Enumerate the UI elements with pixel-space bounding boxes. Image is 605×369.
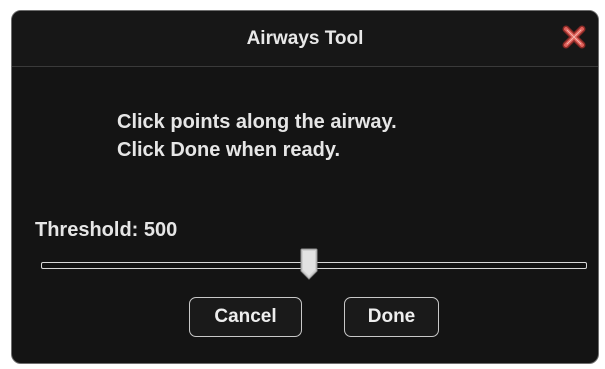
- threshold-readout: Threshold: 500: [35, 219, 177, 242]
- close-icon[interactable]: [562, 25, 586, 49]
- threshold-label: Threshold:: [35, 219, 139, 241]
- instruction-line-2: Click Done when ready.: [117, 139, 341, 161]
- title-bar[interactable]: Airways Tool: [12, 11, 598, 67]
- threshold-value: 500: [143, 219, 178, 241]
- cancel-button[interactable]: Cancel: [189, 297, 302, 337]
- airways-tool-dialog: Airways Tool Click points along the airw…: [11, 10, 599, 364]
- instructions-text: Click points along the airway. Click Don…: [117, 108, 397, 164]
- done-button[interactable]: Done: [344, 297, 439, 337]
- instruction-line-1: Click points along the airway.: [117, 111, 397, 133]
- dialog-title: Airways Tool: [246, 28, 364, 49]
- slider-thumb[interactable]: [300, 248, 318, 280]
- threshold-slider[interactable]: [41, 247, 587, 283]
